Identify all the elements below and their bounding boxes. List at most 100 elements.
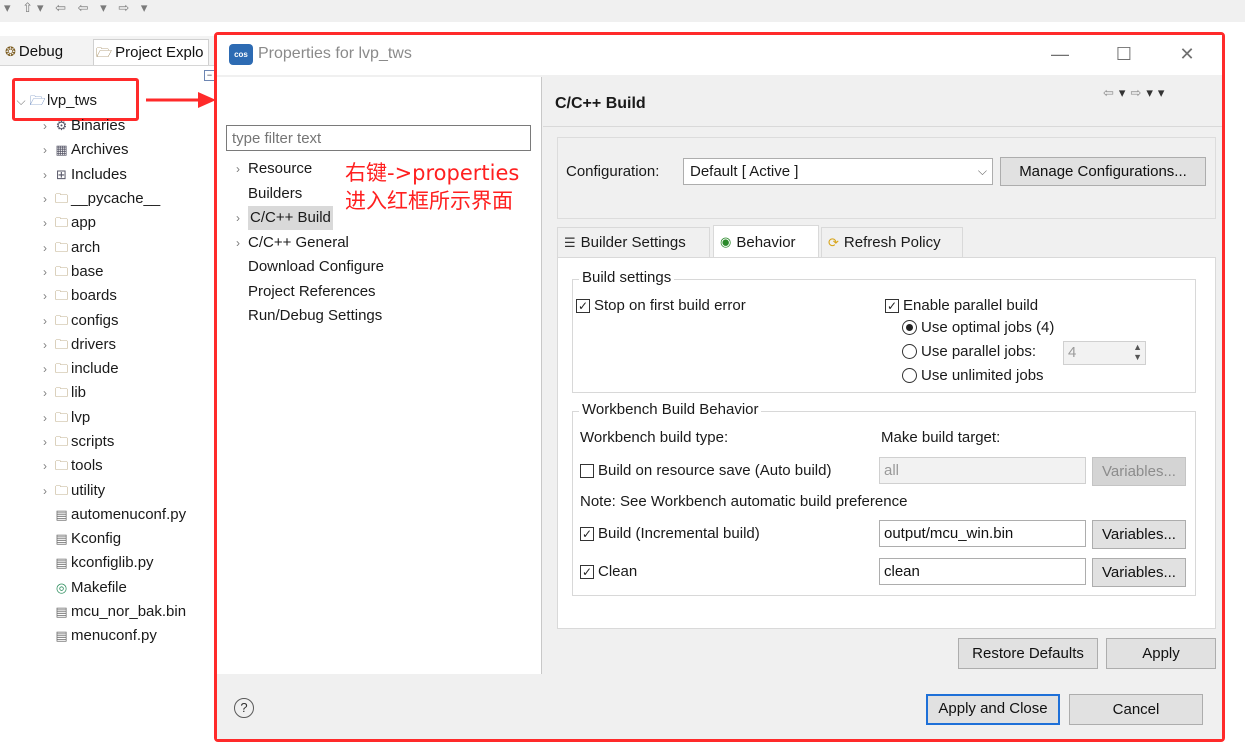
auto-build-variables-button[interactable]: Variables... (1092, 457, 1186, 486)
tree-item[interactable]: › 🗀 tools (38, 454, 222, 478)
view-menu-icon[interactable]: ▾ (1158, 85, 1170, 100)
chevron-right-icon[interactable]: › (38, 114, 52, 138)
tree-item[interactable]: › 🗀 __pycache__ (38, 187, 222, 211)
incremental-variables-button[interactable]: Variables... (1092, 520, 1186, 549)
minimize-icon[interactable]: — (1045, 44, 1075, 66)
nav-item-label: Builders (248, 184, 303, 202)
forward-menu-icon[interactable]: ▾ (1146, 85, 1158, 100)
chevron-right-icon[interactable]: › (38, 163, 52, 187)
tree-item[interactable]: › 🗀 lvp (38, 406, 222, 430)
tree-item-label: include (71, 360, 119, 378)
chevron-right-icon[interactable]: › (38, 430, 52, 454)
tree-item[interactable]: ▤ automenuconf.py (38, 503, 222, 527)
optimal-jobs-radio[interactable]: Use optimal jobs (4) (902, 319, 1054, 336)
tree-root-lvp-tws[interactable]: ⌵ 🗁 lvp_tws (14, 89, 97, 113)
nav-item[interactable]: Project References (228, 280, 538, 305)
auto-build-checkbox[interactable]: Build on resource save (Auto build) (580, 462, 831, 479)
tree-item-label: Makefile (71, 578, 127, 596)
chevron-right-icon[interactable]: › (38, 479, 52, 503)
nav-item[interactable]: Run/Debug Settings (228, 304, 538, 329)
tab-behavior[interactable]: ◉ Behavior (713, 225, 819, 258)
parallel-jobs-radio[interactable]: Use parallel jobs: (902, 343, 1036, 360)
chevron-right-icon[interactable]: › (38, 138, 52, 162)
stepper-arrows-icon[interactable]: ▲ ▼ (1133, 342, 1142, 362)
toolbar-nav-icons[interactable]: ▾ ⇧▾ ⇦ ⇦ ▾ ⇨ ▾ (4, 0, 151, 16)
clean-label: Clean (598, 563, 638, 580)
tree-item[interactable]: ▤ kconfiglib.py (38, 551, 222, 575)
chevron-right-icon[interactable]: › (38, 333, 52, 357)
maximize-icon[interactable]: ☐ (1109, 44, 1139, 66)
back-icon[interactable]: ⇦ (1103, 85, 1119, 100)
tree-item[interactable]: › 🗀 utility (38, 478, 222, 502)
tree-item[interactable]: ◎ Makefile (38, 576, 222, 600)
tab-debug[interactable]: ❂ Debug (5, 39, 63, 65)
chevron-right-icon[interactable]: › (38, 211, 52, 235)
chevron-right-icon[interactable]: › (38, 260, 52, 284)
enable-parallel-checkbox[interactable]: ✓ Enable parallel build (885, 297, 1038, 314)
tree-item[interactable]: ▤ mcu_nor_bak.bin (38, 600, 222, 624)
tree-item-label: configs (71, 311, 119, 329)
forward-icon[interactable]: ⇨ (1130, 85, 1146, 100)
chevron-right-icon[interactable]: › (228, 206, 248, 230)
apply-and-close-button[interactable]: Apply and Close (926, 694, 1060, 725)
tree-item[interactable]: › 🗀 arch (38, 235, 222, 259)
unlimited-jobs-radio[interactable]: Use unlimited jobs (902, 367, 1044, 384)
tree-item[interactable]: ▤ menuconf.py (38, 624, 222, 648)
tree-item[interactable]: › 🗀 boards (38, 284, 222, 308)
restore-defaults-button[interactable]: Restore Defaults (958, 638, 1098, 669)
stop-on-error-checkbox[interactable]: ✓ Stop on first build error (576, 297, 746, 314)
tree-item[interactable]: › ⚙ Binaries (38, 114, 222, 138)
chevron-right-icon[interactable]: › (38, 309, 52, 333)
tab-builder-settings[interactable]: ☰ Builder Settings (557, 227, 710, 257)
tree-item[interactable]: › 🗀 scripts (38, 430, 222, 454)
incremental-build-checkbox[interactable]: ✓ Build (Incremental build) (580, 525, 760, 542)
dialog-titlebar: cos Properties for lvp_tws — ☐ ✕ (217, 35, 1222, 75)
tree-item-label: app (71, 214, 97, 232)
tree-item[interactable]: › 🗀 configs (38, 308, 222, 332)
chevron-right-icon[interactable]: › (228, 231, 248, 255)
tree-item[interactable]: › ⊞ Includes (38, 163, 222, 187)
tree-item[interactable]: › ▦ Archives (38, 138, 222, 162)
manage-configurations-button[interactable]: Manage Configurations... (1000, 157, 1206, 186)
help-icon[interactable]: ? (234, 698, 254, 718)
close-icon[interactable]: ✕ (1172, 44, 1202, 66)
tree-item-label: base (71, 262, 104, 280)
cancel-button[interactable]: Cancel (1069, 694, 1203, 725)
filter-input[interactable] (226, 125, 531, 151)
tab-project-explorer[interactable]: 🗁 Project Explo (93, 39, 209, 65)
chevron-right-icon[interactable]: › (38, 406, 52, 430)
nav-item[interactable]: Download Configure (228, 255, 538, 280)
chevron-right-icon[interactable]: › (38, 454, 52, 478)
configuration-select[interactable]: Default [ Active ] ⌵ (683, 158, 993, 185)
clean-target-input[interactable]: clean (879, 558, 1086, 585)
configuration-value: Default [ Active ] (690, 163, 799, 180)
auto-build-label: Build on resource save (Auto build) (598, 462, 832, 479)
nav-item[interactable]: › C/C++ General (228, 231, 538, 256)
back-menu-icon[interactable]: ▾ (1119, 85, 1131, 100)
clean-variables-button[interactable]: Variables... (1092, 558, 1186, 587)
chevron-right-icon[interactable]: › (38, 357, 52, 381)
properties-dialog: cos Properties for lvp_tws — ☐ ✕ ›Resour… (214, 32, 1225, 742)
tree-item[interactable]: › 🗀 app (38, 211, 222, 235)
tree-item[interactable]: ▤ Kconfig (38, 527, 222, 551)
tree-item[interactable]: › 🗀 lib (38, 381, 222, 405)
chevron-right-icon[interactable]: › (38, 381, 52, 405)
folder-icon: 🗀 (54, 288, 68, 304)
clean-checkbox[interactable]: ✓ Clean (580, 563, 637, 580)
apply-button[interactable]: Apply (1106, 638, 1216, 669)
chevron-right-icon[interactable]: › (38, 236, 52, 260)
parallel-jobs-value: 4 (1068, 344, 1077, 361)
tree-item[interactable]: › 🗀 drivers (38, 333, 222, 357)
tab-refresh-policy[interactable]: ⟳ Refresh Policy (821, 227, 963, 257)
chevron-right-icon[interactable]: › (228, 157, 248, 181)
nav-item-label: C/C++ General (248, 233, 349, 251)
tree-item-label: __pycache__ (71, 190, 161, 208)
chevron-right-icon[interactable]: › (38, 187, 52, 211)
parallel-jobs-stepper[interactable]: 4 ▲ ▼ (1063, 341, 1146, 365)
chevron-down-icon[interactable]: ⌵ (14, 89, 28, 113)
incremental-target-input[interactable]: output/mcu_win.bin (879, 520, 1086, 547)
tree-item[interactable]: › 🗀 include (38, 357, 222, 381)
chevron-right-icon[interactable]: › (38, 284, 52, 308)
auto-build-target-input[interactable]: all (879, 457, 1086, 484)
tree-item[interactable]: › 🗀 base (38, 260, 222, 284)
